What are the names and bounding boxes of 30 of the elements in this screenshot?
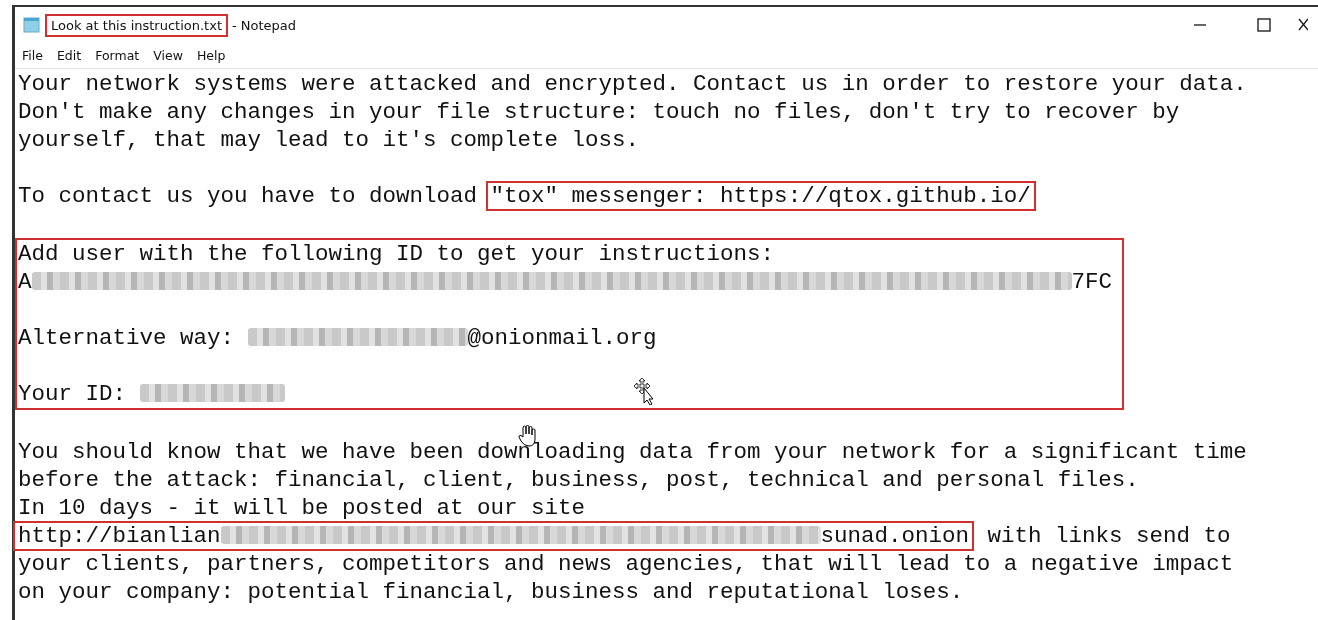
note-text: @onionmail.org	[467, 325, 657, 351]
close-icon	[1298, 18, 1308, 32]
note-text: A	[18, 269, 32, 295]
note-text: on your company: potential financial, business and reputational loses.	[18, 579, 964, 605]
note-text: before the attack: financial, client, business, post, technical and personal files.	[18, 467, 1139, 493]
note-text: sunad.onion	[820, 523, 970, 549]
notepad-icon	[23, 16, 41, 34]
menu-item[interactable]: Format	[88, 46, 147, 65]
note-text: http://bianlian	[18, 523, 221, 549]
window-title: - Notepad	[232, 17, 297, 33]
menu-item[interactable]: Edit	[49, 46, 89, 65]
note-text: You should know that we have been downloading data from your network for a significant time	[18, 439, 1247, 465]
note-text: Don't make any changes in your file structure: touch no files, don't try to recover by	[18, 99, 1180, 125]
note-text: To contact us you have to download	[18, 183, 479, 209]
menu-item[interactable]: Help	[189, 46, 233, 65]
maximize-icon	[1257, 18, 1271, 32]
note-text: Alternative way:	[18, 325, 236, 351]
note-text: In 10 days - it will be posted at our site	[18, 495, 586, 521]
note-text: Add user with the following ID to get your instructions:	[18, 241, 775, 267]
note-text: Your network systems were attacked and encrypted. Contact us in order to restore your data.	[18, 71, 1247, 97]
window-title: Look at this instruction.txt	[45, 13, 228, 37]
note-text: Your ID:	[18, 381, 128, 407]
note-text: yourself, that may lead to it's complete loss.	[18, 127, 640, 153]
note-text: your clients, partners, competitors and news agencies, that will lead to a negative impact	[18, 551, 1234, 577]
move-cursor-icon	[633, 377, 657, 405]
note-text: with links send to	[986, 523, 1231, 549]
menu-item[interactable]: File	[15, 46, 50, 65]
menu-item[interactable]: View	[146, 46, 190, 65]
note-text: 7FC	[1071, 269, 1113, 295]
note-text: "tox" messenger: https://qtox.github.io/	[490, 183, 1031, 209]
